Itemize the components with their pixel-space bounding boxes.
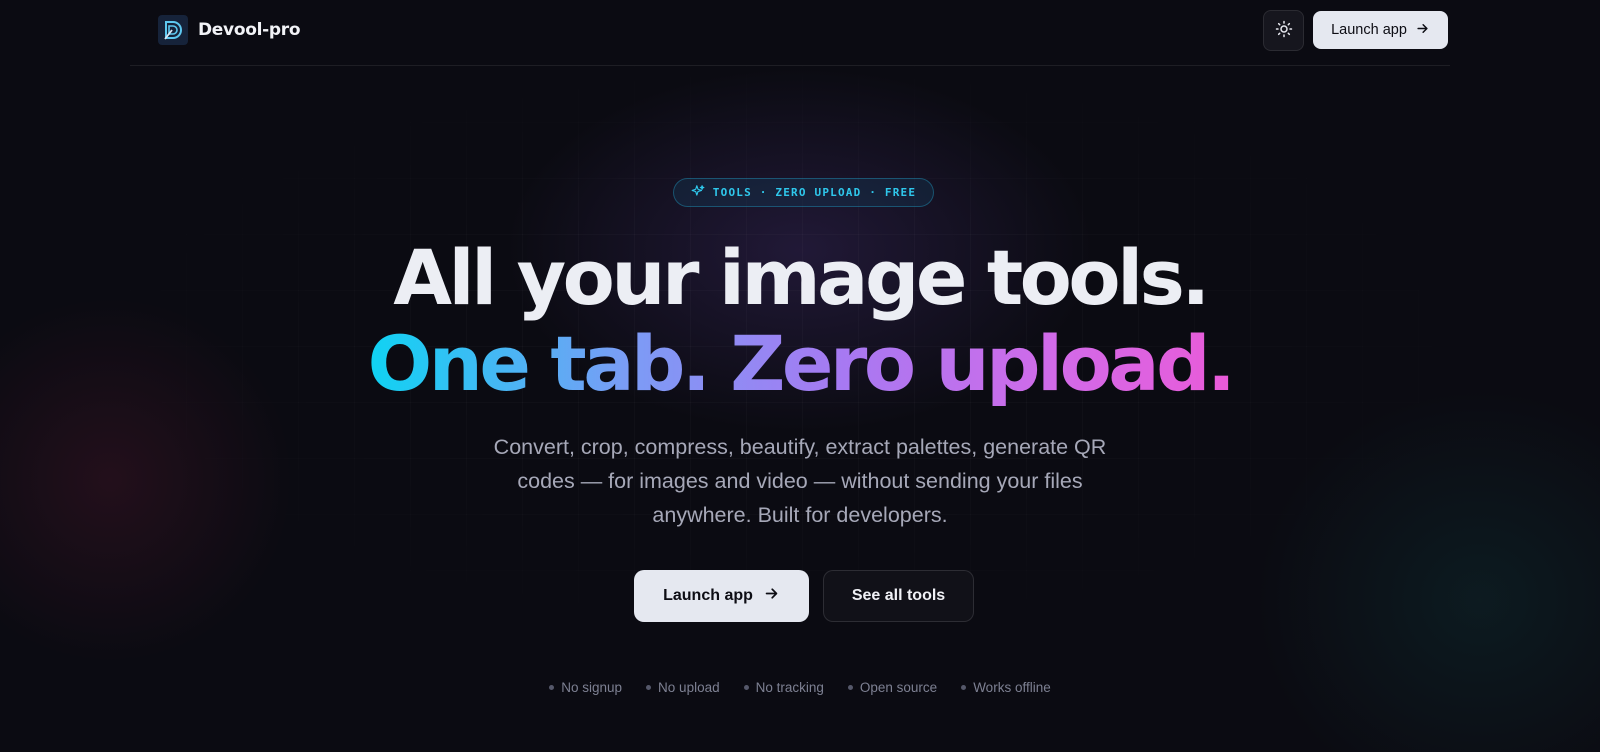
feature-label: No tracking — [755, 680, 824, 695]
bullet-dot-icon — [847, 685, 853, 690]
feature-label: No upload — [658, 680, 720, 695]
bullet-dot-icon — [646, 685, 652, 690]
top-navbar: Devool-pro Launch app — [130, 0, 1450, 66]
see-all-tools-label: See all tools — [851, 587, 946, 604]
feature-label: No signup — [561, 680, 623, 695]
hero-subtitle: Convert, crop, compress, beautify, extra… — [493, 435, 1107, 527]
arrow-right-icon — [763, 585, 780, 607]
feature-item: Open source — [847, 680, 938, 695]
headline-line-1: All your image tools. — [393, 233, 1210, 322]
devool-logo-icon — [158, 15, 188, 45]
header-launch-app-button[interactable]: Launch app — [1313, 11, 1448, 49]
feature-item: No signup — [549, 680, 622, 695]
header-launch-label: Launch app — [1331, 22, 1407, 38]
feature-item: No tracking — [743, 680, 824, 695]
headline-gradient-text: One tab. Zero upload. — [367, 319, 1236, 408]
theme-toggle-button[interactable] — [1263, 10, 1304, 51]
badge-text: TOOLS · ZERO UPLOAD · FREE — [712, 186, 917, 199]
hero-badge: TOOLS · ZERO UPLOAD · FREE — [673, 178, 934, 207]
brand[interactable]: Devool-pro — [158, 15, 301, 45]
bullet-dot-icon — [743, 685, 749, 690]
feature-list: No signup No upload No tracking Open sou… — [0, 680, 1600, 695]
headline-line-2: One tab. Zero upload. — [0, 326, 1600, 402]
bullet-dot-icon — [549, 685, 555, 690]
launch-app-label: Launch app — [663, 587, 753, 604]
brand-name: Devool-pro — [198, 20, 301, 40]
launch-app-button[interactable]: Launch app — [634, 570, 809, 622]
feature-item: Works offline — [961, 680, 1051, 695]
arrow-right-icon — [1415, 21, 1430, 40]
landing-page: Devool-pro Launch app TOOLS · ZERO UPLOA… — [0, 0, 1600, 752]
feature-label: Works offline — [973, 680, 1051, 695]
feature-item: No upload — [646, 680, 720, 695]
feature-label: Open source — [859, 680, 938, 695]
see-all-tools-button[interactable]: See all tools — [823, 570, 974, 622]
sun-icon — [1275, 20, 1293, 42]
bullet-dot-icon — [961, 685, 967, 690]
sparkles-icon — [691, 184, 705, 201]
